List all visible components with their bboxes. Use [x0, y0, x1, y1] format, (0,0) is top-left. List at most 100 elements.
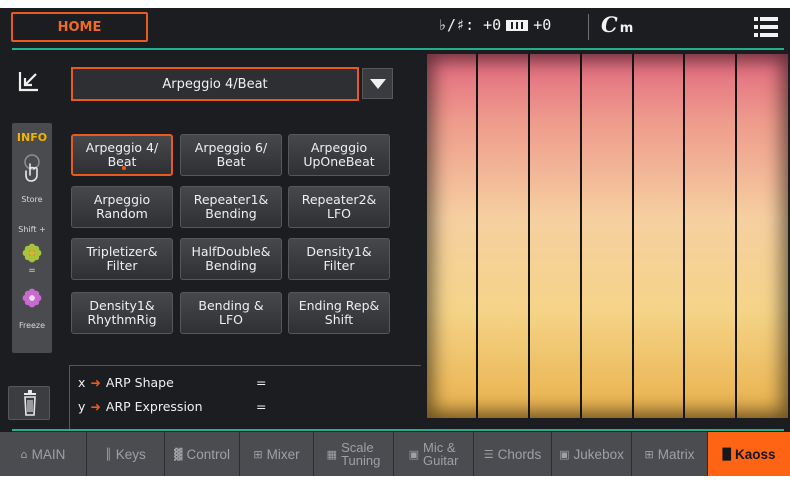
- y-value: =: [256, 399, 267, 414]
- tab-bar: ⌂ MAIN ║ Keys ▓ Control ⊞ Mixer ▦ Scale Tuning…: [0, 432, 790, 476]
- preset-button[interactable]: Arpeggio 4/ Beat: [71, 134, 173, 176]
- kaoss-icon: █: [722, 447, 731, 461]
- preset-label: Ending Rep& Shift: [298, 298, 380, 327]
- tab-scale-tuning[interactable]: ▦ Scale Tuning: [314, 432, 394, 476]
- keyboard-icon: [506, 19, 529, 31]
- keyboard-transpose-value: +0: [533, 16, 552, 34]
- tab-label: Matrix: [657, 446, 695, 462]
- menu-bullet: [754, 17, 758, 21]
- jukebox-icon: ▣: [559, 447, 570, 461]
- preset-label: HalfDouble& Bending: [191, 244, 271, 273]
- home-button[interactable]: HOME: [11, 12, 148, 42]
- flower-icon: [22, 243, 42, 263]
- info-label[interactable]: INFO: [12, 131, 52, 144]
- tab-jukebox[interactable]: ▣ Jukebox: [552, 432, 632, 476]
- keys-icon: ║: [105, 447, 112, 461]
- menu-icon[interactable]: [754, 17, 778, 37]
- home-icon: ⌂: [20, 447, 28, 461]
- y-parameter: ARP Expression: [105, 399, 203, 414]
- chord-display: Cm: [601, 12, 633, 37]
- tab-label: Tuning: [341, 453, 381, 468]
- flower-freeze-icon: [22, 288, 42, 308]
- top-divider: [12, 48, 784, 50]
- tab-chords[interactable]: ☰ Chords: [474, 432, 552, 476]
- preset-label: Arpeggio UpOneBeat: [303, 140, 375, 169]
- tab-label: Guitar: [423, 453, 459, 468]
- preset-button[interactable]: Ending Rep& Shift: [288, 292, 390, 334]
- tab-kaoss[interactable]: █ Kaoss: [708, 432, 790, 476]
- preset-button[interactable]: Density1& Filter: [288, 238, 390, 280]
- trash-icon: [24, 390, 36, 416]
- preset-button[interactable]: Bending & LFO: [180, 292, 282, 334]
- topbar-divider: [588, 14, 589, 40]
- trash-button[interactable]: [8, 386, 50, 420]
- pad-divider: [580, 54, 582, 418]
- tab-control[interactable]: ▓ Control: [165, 432, 240, 476]
- x-assignment: x ➜ ARP Shape =: [78, 375, 266, 390]
- pad-divider: [632, 54, 634, 418]
- chevron-down-icon[interactable]: [362, 68, 393, 99]
- screen: HOME ♭/♯: +0 +0 Cm Arpeggio 4/Beat INFO …: [0, 0, 790, 480]
- tab-label: MAIN: [31, 446, 66, 462]
- bottom-divider: [12, 429, 784, 431]
- tab-mixer[interactable]: ⊞ Mixer: [240, 432, 314, 476]
- x-value: =: [256, 375, 267, 390]
- pad-divider: [735, 54, 737, 418]
- hand-pointer-icon: [24, 154, 40, 182]
- tab-label: Control: [186, 446, 230, 462]
- kaoss-pad[interactable]: [427, 54, 788, 418]
- menu-line: [760, 33, 778, 37]
- top-bar: HOME ♭/♯: +0 +0 Cm: [0, 8, 790, 46]
- preset-button[interactable]: Repeater1& Bending: [180, 186, 282, 228]
- mixer-icon: ⊞: [253, 447, 263, 461]
- mic-icon: ▣: [408, 447, 419, 461]
- preset-label: Arpeggio 6/ Beat: [194, 140, 268, 169]
- preset-button[interactable]: Repeater2& LFO: [288, 186, 390, 228]
- menu-line: [760, 25, 778, 29]
- tab-label: Keys: [115, 446, 146, 462]
- tab-main[interactable]: ⌂ MAIN: [0, 432, 87, 476]
- control-icon: ▓: [174, 447, 183, 461]
- preset-label: Arpeggio Random: [93, 192, 151, 221]
- freeze-label: Freeze: [18, 321, 46, 330]
- menu-bullet: [754, 33, 758, 37]
- shift-label: Shift +: [18, 225, 46, 234]
- preset-button[interactable]: HalfDouble& Bending: [180, 238, 282, 280]
- preset-select[interactable]: Arpeggio 4/Beat: [71, 67, 359, 101]
- equals-label: =: [28, 266, 36, 276]
- y-assignment: y ➜ ARP Expression =: [78, 399, 266, 414]
- tab-keys[interactable]: ║ Keys: [87, 432, 165, 476]
- transpose-display[interactable]: ♭/♯: +0 +0: [438, 16, 551, 34]
- info-strip: INFO Store Shift + = Freeze: [12, 123, 52, 353]
- preset-label: Density1& Filter: [306, 244, 372, 273]
- transpose-value: ♭/♯: +0: [438, 16, 502, 34]
- tab-label: Jukebox: [573, 446, 624, 462]
- y-axis-label: y: [78, 399, 86, 414]
- matrix-icon: ⊞: [644, 447, 654, 461]
- tab-label: Chords: [497, 446, 542, 462]
- preset-label: Repeater1& Bending: [193, 192, 269, 221]
- store-label: Store: [21, 195, 43, 204]
- preset-button[interactable]: Arpeggio UpOneBeat: [288, 134, 390, 176]
- xy-assignment: x ➜ ARP Shape = y ➜ ARP Expression =: [69, 365, 421, 429]
- tab-label: Kaoss: [734, 446, 776, 462]
- pad-divider: [528, 54, 530, 418]
- preset-button[interactable]: Density1& RhythmRig: [71, 292, 173, 334]
- tab-matrix[interactable]: ⊞ Matrix: [632, 432, 708, 476]
- chords-icon: ☰: [483, 447, 494, 461]
- preset-button[interactable]: Arpeggio 6/ Beat: [180, 134, 282, 176]
- pad-divider: [476, 54, 478, 418]
- preset-button[interactable]: Tripletizer& Filter: [71, 238, 173, 280]
- tab-mic-guitar[interactable]: ▣ Mic & Guitar: [394, 432, 474, 476]
- chord-root: C: [601, 12, 618, 37]
- preset-label: Bending & LFO: [198, 298, 264, 327]
- menu-line: [760, 17, 778, 21]
- x-axis-label: x: [78, 375, 86, 390]
- menu-bullet: [754, 25, 758, 29]
- tab-label: Mixer: [266, 446, 300, 462]
- scale-icon: ▦: [326, 447, 338, 461]
- pad-divider: [683, 54, 685, 418]
- collapse-arrow-icon[interactable]: [17, 69, 41, 93]
- preset-button[interactable]: Arpeggio Random: [71, 186, 173, 228]
- preset-label: Arpeggio 4/ Beat: [85, 140, 159, 169]
